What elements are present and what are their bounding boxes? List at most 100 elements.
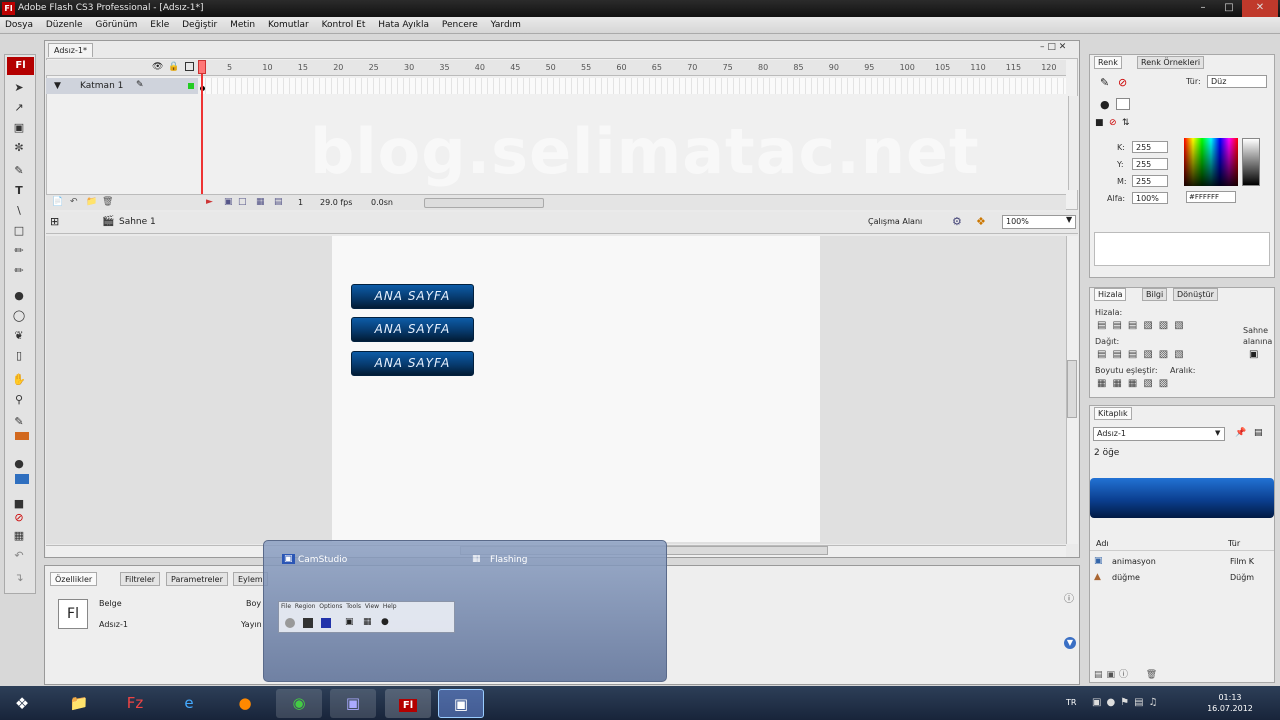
layer-outline-color[interactable] — [188, 83, 194, 89]
edit-multiple-icon[interactable]: ▦ — [256, 197, 265, 207]
start-button[interactable]: ❖ — [2, 689, 42, 718]
pen-tool-icon[interactable]: ✎ — [10, 163, 28, 179]
tab-info[interactable]: Bilgi — [1142, 288, 1168, 301]
edit-scene-icon[interactable]: ⚙ — [952, 215, 962, 228]
menu-ekle[interactable]: Ekle — [145, 17, 174, 34]
pin-icon[interactable]: 📌 — [1235, 428, 1246, 438]
timeline-vscroll[interactable] — [1068, 96, 1078, 190]
frame-grid[interactable] — [200, 78, 1066, 94]
stop-icon[interactable] — [303, 618, 313, 628]
nav-button-1[interactable]: ANA SAYFA — [351, 284, 474, 309]
color-spectrum[interactable] — [1184, 138, 1238, 186]
blue-input[interactable]: 255 — [1132, 175, 1168, 187]
clock[interactable]: 01:13 16.07.2012 — [1199, 692, 1261, 714]
explorer-icon[interactable]: 📁 — [56, 689, 102, 718]
vscroll-thumb[interactable] — [1067, 360, 1077, 418]
green-input[interactable]: 255 — [1132, 158, 1168, 170]
center-frame-icon[interactable]: ► — [206, 197, 213, 207]
lasso-icon[interactable]: ✼ — [10, 140, 28, 156]
frame-ruler[interactable]: 5 10 15 20 25 30 35 40 45 50 55 60 65 70 75 80 85 90 95 100… — [200, 62, 1066, 74]
eye-icon[interactable]: 👁 — [152, 62, 163, 72]
red-input[interactable]: 255 — [1132, 141, 1168, 153]
menu-pencere[interactable]: Pencere — [437, 17, 483, 34]
delete-layer-icon[interactable]: 🗑 — [102, 197, 113, 207]
internet-explorer-icon[interactable]: e — [166, 689, 212, 718]
menu-dosya[interactable]: Dosya — [0, 17, 38, 34]
outline-icon[interactable] — [185, 62, 194, 71]
brightness-slider[interactable] — [1242, 138, 1260, 186]
doc-window-controls[interactable]: – □ ✕ — [1040, 42, 1066, 52]
match-space-buttons[interactable]: ▦▦▦▧▧ — [1097, 378, 1174, 389]
insert-layer-icon[interactable]: 📄 — [52, 197, 63, 207]
playhead[interactable] — [201, 60, 203, 210]
stroke-color-icon[interactable]: ✎ — [10, 414, 28, 430]
annotation-icon[interactable]: ● — [381, 617, 389, 627]
stage[interactable] — [332, 236, 820, 542]
lock-icon[interactable]: 🔒 — [168, 62, 179, 72]
nav-button-2[interactable]: ANA SAYFA — [351, 317, 474, 342]
subselection-tool-icon[interactable]: ↗ — [10, 100, 28, 116]
layer-row[interactable]: ▼ Katman 1 ✎ — [46, 78, 198, 94]
tab-filters[interactable]: Filtreler — [120, 572, 161, 586]
edit-symbols-icon[interactable]: ❖ — [976, 215, 986, 228]
onion-skin-icon[interactable]: ▣ — [224, 197, 233, 207]
eyedropper-icon[interactable]: ❦ — [10, 328, 28, 344]
column-name[interactable]: Adı — [1096, 539, 1109, 548]
language-indicator[interactable]: TR — [1066, 698, 1076, 707]
workspace-dropdown[interactable]: Çalışma Alanı — [868, 217, 922, 226]
distribute-buttons[interactable]: ▤▤▤▧▧▧ — [1097, 349, 1190, 360]
ink-bottle-icon[interactable]: ● — [10, 288, 28, 304]
zoom-tool-icon[interactable]: ⚲ — [10, 392, 28, 408]
record-icon[interactable] — [285, 618, 295, 628]
hand-tool-icon[interactable]: ✋ — [10, 372, 28, 388]
onion-outline-icon[interactable]: □ — [238, 197, 247, 207]
paint-bucket-icon[interactable]: ◯ — [10, 308, 28, 324]
firefox-icon[interactable]: ● — [222, 689, 268, 718]
scene-name[interactable]: Sahne 1 — [119, 217, 156, 227]
menu-gorunum[interactable]: Görünüm — [90, 17, 142, 34]
line-tool-icon[interactable]: \ — [10, 203, 28, 219]
fill-color-swatch[interactable] — [15, 474, 29, 484]
snap-option-icon[interactable]: ▦ — [10, 528, 28, 544]
menu-metin[interactable]: Metin — [225, 17, 260, 34]
region-icon[interactable]: ▣ — [345, 617, 354, 627]
straighten-option-icon[interactable]: ↴ — [10, 570, 28, 586]
minimize-icon[interactable]: – — [1190, 0, 1216, 17]
smooth-option-icon[interactable]: ↶ — [10, 548, 28, 564]
stroke-none-icon[interactable]: ⊘ — [1118, 76, 1127, 89]
new-library-icon[interactable]: ▤ — [1254, 428, 1263, 438]
zoom-select[interactable]: 100% — [1002, 215, 1076, 229]
filezilla-icon[interactable]: Fz — [112, 689, 158, 718]
expand-icon[interactable]: ▼ — [1064, 637, 1076, 649]
eraser-icon[interactable]: ▯ — [10, 348, 28, 364]
align-buttons[interactable]: ▤▤▤▧▧▧ — [1097, 320, 1190, 331]
list-item[interactable]: ▣ animasyon Film K — [1090, 555, 1274, 569]
fill-color-icon[interactable]: ● — [10, 456, 28, 472]
swap-colors-icon[interactable]: ⇅ — [1122, 118, 1130, 128]
help-icon[interactable]: ⓘ — [1064, 590, 1074, 605]
pause-icon[interactable] — [321, 618, 331, 628]
tab-color[interactable]: Renk — [1094, 56, 1122, 69]
tray-icons[interactable]: ▣●⚑▤♫ — [1092, 697, 1163, 708]
modify-markers-icon[interactable]: ▤ — [274, 197, 283, 207]
library-doc-select[interactable]: Adsız-1 — [1093, 427, 1225, 441]
chevron-down-icon[interactable]: ▼ — [1066, 215, 1072, 224]
rectangle-tool-icon[interactable]: □ — [10, 223, 28, 239]
selection-tool-icon[interactable]: ➤ — [10, 80, 28, 96]
tab-swatches[interactable]: Renk Örnekleri — [1137, 56, 1205, 69]
tab-parameters[interactable]: Parametreler — [166, 572, 228, 586]
document-tab[interactable]: Adsız-1* — [48, 43, 93, 57]
text-tool-icon[interactable]: T — [10, 183, 28, 199]
pencil-tool-icon[interactable]: ✏ — [10, 243, 28, 259]
menu-duzenle[interactable]: Düzenle — [41, 17, 88, 34]
close-icon[interactable]: ✕ — [1242, 0, 1278, 17]
overlay-item-2[interactable]: Flashing — [490, 555, 528, 565]
column-type[interactable]: Tür — [1228, 539, 1240, 548]
brush-tool-icon[interactable]: ✏ — [10, 263, 28, 279]
fill-swatch[interactable] — [1116, 98, 1130, 110]
stroke-pencil-icon[interactable]: ✎ — [1100, 76, 1109, 89]
timeline-toggle-icon[interactable]: ⊞ — [50, 215, 59, 228]
overlay-item-1[interactable]: CamStudio — [298, 555, 347, 565]
camstudio-menu[interactable]: File Region Options Tools View Help — [281, 603, 397, 610]
alpha-input[interactable]: 100% — [1132, 192, 1168, 204]
